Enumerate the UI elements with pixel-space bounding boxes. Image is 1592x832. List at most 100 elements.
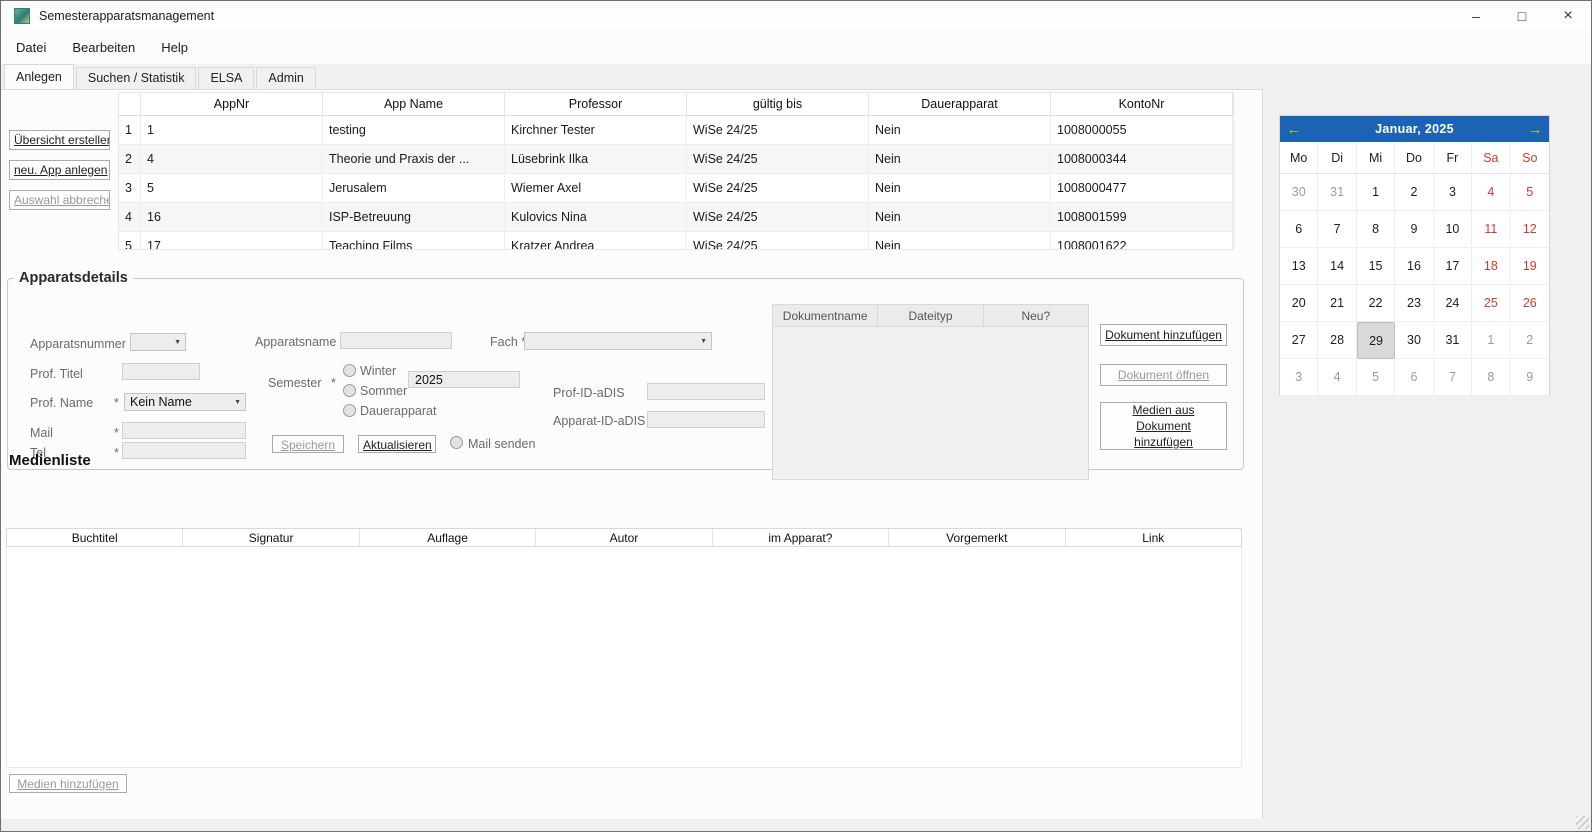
prof-titel-field[interactable] xyxy=(122,363,200,380)
table-row[interactable]: 24Theorie und Praxis der ...Lüsebrink Il… xyxy=(119,145,1233,174)
column-header[interactable]: im Apparat? xyxy=(713,529,889,546)
close-button[interactable]: × xyxy=(1545,1,1591,31)
calendar-date[interactable]: 21 xyxy=(1318,285,1356,322)
calendar-date[interactable]: 31 xyxy=(1434,322,1472,359)
column-header[interactable]: Professor xyxy=(505,93,687,115)
column-header[interactable]: Buchtitel xyxy=(7,529,183,546)
calendar-date[interactable]: 25 xyxy=(1472,285,1510,322)
calendar-date[interactable]: 9 xyxy=(1511,359,1549,396)
calendar-prev-button[interactable]: ← xyxy=(1280,121,1308,138)
calendar-date[interactable]: 1 xyxy=(1357,174,1395,211)
calendar-date[interactable]: 29 xyxy=(1357,322,1395,359)
select-all-corner[interactable] xyxy=(119,93,141,115)
calendar-date[interactable]: 7 xyxy=(1434,359,1472,396)
uebersicht-erstellen-button[interactable]: Übersicht erstellen xyxy=(9,130,110,150)
calendar-date[interactable]: 28 xyxy=(1318,322,1356,359)
tab-admin[interactable]: Admin xyxy=(256,67,315,89)
calendar-date[interactable]: 14 xyxy=(1318,248,1356,285)
column-header[interactable]: Neu? xyxy=(984,305,1088,326)
calendar-date[interactable]: 12 xyxy=(1511,211,1549,248)
tab-suchen-statistik[interactable]: Suchen / Statistik xyxy=(76,67,197,89)
column-header[interactable]: Vorgemerkt xyxy=(889,529,1065,546)
calendar-date[interactable]: 31 xyxy=(1318,174,1356,211)
column-header[interactable]: Signatur xyxy=(183,529,359,546)
calendar-date[interactable]: 17 xyxy=(1434,248,1472,285)
medien-hinzufuegen-button[interactable]: Medien hinzufügen xyxy=(9,774,127,793)
calendar-date[interactable]: 13 xyxy=(1280,248,1318,285)
calendar-date[interactable]: 3 xyxy=(1280,359,1318,396)
table-row[interactable]: 35JerusalemWiemer AxelWiSe 24/25Nein1008… xyxy=(119,174,1233,203)
resize-grip-icon[interactable] xyxy=(1576,816,1589,829)
mail-field[interactable] xyxy=(122,422,246,439)
tel-field[interactable] xyxy=(122,442,246,459)
calendar-next-button[interactable]: → xyxy=(1521,121,1549,138)
dokument-hinzufuegen-button[interactable]: Dokument hinzufügen xyxy=(1100,324,1227,346)
table-row[interactable]: 11testingKirchner TesterWiSe 24/25Nein10… xyxy=(119,116,1233,145)
auswahl-abbrechen-button[interactable]: Auswahl abbrechen xyxy=(9,190,110,210)
calendar-date[interactable]: 2 xyxy=(1395,174,1433,211)
neu-app-anlegen-button[interactable]: neu. App anlegen xyxy=(9,160,110,180)
apparatsnummer-select[interactable]: ▼ xyxy=(130,333,186,351)
aktualisieren-button[interactable]: Aktualisieren xyxy=(358,435,436,453)
calendar-date[interactable]: 5 xyxy=(1511,174,1549,211)
mail-senden-checkbox[interactable] xyxy=(450,436,463,449)
calendar-date[interactable]: 19 xyxy=(1511,248,1549,285)
calendar-date[interactable]: 16 xyxy=(1395,248,1433,285)
dokument-oeffnen-button[interactable]: Dokument öffnen xyxy=(1100,364,1227,386)
menu-help[interactable]: Help xyxy=(150,40,199,55)
calendar-date[interactable]: 30 xyxy=(1280,174,1318,211)
calendar-date[interactable]: 20 xyxy=(1280,285,1318,322)
fach-select[interactable]: ▼ xyxy=(524,332,712,350)
menu-bearbeiten[interactable]: Bearbeiten xyxy=(61,40,146,55)
menu-datei[interactable]: Datei xyxy=(5,40,57,55)
column-header[interactable]: Dauerapparat xyxy=(869,93,1051,115)
column-header[interactable]: gültig bis xyxy=(687,93,869,115)
calendar-date[interactable]: 26 xyxy=(1511,285,1549,322)
calendar-date[interactable]: 3 xyxy=(1434,174,1472,211)
calendar-date[interactable]: 23 xyxy=(1395,285,1433,322)
column-header[interactable]: Auflage xyxy=(360,529,536,546)
column-header[interactable]: AppNr xyxy=(141,93,323,115)
table-row[interactable]: 416ISP-BetreuungKulovics NinaWiSe 24/25N… xyxy=(119,203,1233,232)
column-header[interactable]: App Name xyxy=(323,93,505,115)
prof-id-adis-field[interactable] xyxy=(647,383,765,400)
winter-radio[interactable] xyxy=(343,364,356,377)
calendar-date[interactable]: 9 xyxy=(1395,211,1433,248)
column-header[interactable]: KontoNr xyxy=(1051,93,1233,115)
maximize-button[interactable]: □ xyxy=(1499,1,1545,31)
calendar-date[interactable]: 30 xyxy=(1395,322,1433,359)
calendar-date[interactable]: 10 xyxy=(1434,211,1472,248)
calendar-date[interactable]: 5 xyxy=(1357,359,1395,396)
table-row[interactable]: 517Teaching FilmsKratzer AndreaWiSe 24/2… xyxy=(119,232,1233,250)
calendar-date[interactable]: 6 xyxy=(1395,359,1433,396)
column-header[interactable]: Autor xyxy=(536,529,712,546)
calendar-date[interactable]: 6 xyxy=(1280,211,1318,248)
semester-year-field[interactable]: 2025 xyxy=(408,371,520,388)
calendar-date[interactable]: 8 xyxy=(1357,211,1395,248)
calendar-date[interactable]: 15 xyxy=(1357,248,1395,285)
dauerapparat-radio[interactable] xyxy=(343,404,356,417)
minimize-button[interactable]: – xyxy=(1453,1,1499,31)
apparatsname-field[interactable] xyxy=(340,332,452,349)
calendar-date[interactable]: 18 xyxy=(1472,248,1510,285)
calendar-date[interactable]: 7 xyxy=(1318,211,1356,248)
sommer-radio[interactable] xyxy=(343,384,356,397)
column-header[interactable]: Dokumentname xyxy=(773,305,878,326)
tab-anlegen[interactable]: Anlegen xyxy=(4,64,74,89)
prof-name-select[interactable]: Kein Name ▼ xyxy=(124,393,246,411)
calendar-date[interactable]: 11 xyxy=(1472,211,1510,248)
speichern-button[interactable]: Speichern xyxy=(272,435,344,453)
column-header[interactable]: Dateityp xyxy=(878,305,983,326)
calendar-date[interactable]: 22 xyxy=(1357,285,1395,322)
calendar-date[interactable]: 2 xyxy=(1511,322,1549,359)
calendar-date[interactable]: 4 xyxy=(1318,359,1356,396)
calendar-date[interactable]: 24 xyxy=(1434,285,1472,322)
calendar-date[interactable]: 27 xyxy=(1280,322,1318,359)
apparat-id-adis-field[interactable] xyxy=(647,411,765,428)
tab-elsa[interactable]: ELSA xyxy=(198,67,254,89)
calendar-date[interactable]: 8 xyxy=(1472,359,1510,396)
calendar-date[interactable]: 4 xyxy=(1472,174,1510,211)
column-header[interactable]: Link xyxy=(1066,529,1241,546)
medien-aus-dokument-button[interactable]: Medien aus Dokument hinzufügen xyxy=(1100,402,1227,450)
calendar-date[interactable]: 1 xyxy=(1472,322,1510,359)
